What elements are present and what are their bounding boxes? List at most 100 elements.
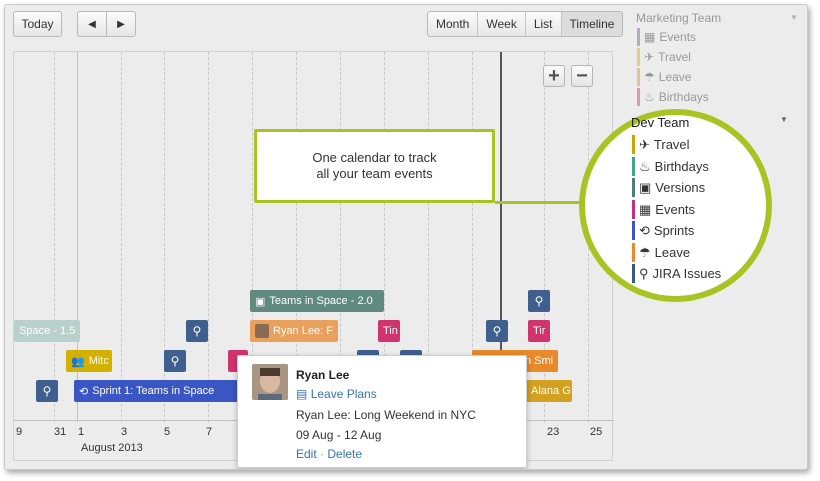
- sidebar-item-sprints[interactable]: ⟲ Sprints: [632, 221, 694, 240]
- axis-tick: 31: [54, 426, 67, 438]
- view-timeline-button[interactable]: Timeline: [560, 12, 623, 36]
- color-bar: [632, 221, 635, 240]
- event-birthday[interactable]: Tir: [528, 320, 550, 342]
- sidebar-item-label: JIRA Issues: [652, 266, 722, 281]
- view-week-button[interactable]: Week: [477, 12, 525, 36]
- event-label: Sprint 1: Teams in Space: [92, 385, 215, 397]
- color-bar: [632, 178, 635, 197]
- event-popup: Ryan Lee ▤ Leave Plans Ryan Lee: Long We…: [237, 355, 527, 468]
- prev-button[interactable]: ◀: [77, 11, 107, 37]
- sidebar-item-leave[interactable]: ☂ Leave: [637, 68, 691, 86]
- color-bar: [637, 88, 640, 106]
- chevron-down-icon[interactable]: ▼: [780, 115, 795, 124]
- view-month-button[interactable]: Month: [428, 12, 478, 36]
- sidebar-item-label: Sprints: [653, 223, 695, 238]
- popup-actions: Edit · Delete: [296, 447, 362, 461]
- beach-icon: ☂: [644, 70, 655, 84]
- sidebar-item-label: Birthdays: [658, 90, 709, 104]
- cake-icon: ♨: [644, 90, 655, 104]
- color-bar: [632, 243, 635, 262]
- beach-icon: ☂: [639, 244, 651, 260]
- color-bar: [637, 48, 640, 66]
- zoom-out-button[interactable]: −: [571, 65, 593, 87]
- gridline: [121, 52, 122, 422]
- sidebar-item-leave[interactable]: ☂ Leave: [632, 243, 690, 262]
- group-title[interactable]: Marketing Team: [636, 11, 721, 25]
- next-button[interactable]: ▶: [106, 11, 136, 37]
- box-icon: ▣: [639, 179, 652, 195]
- gridline: [208, 52, 209, 422]
- plane-icon: ✈: [639, 136, 650, 152]
- axis-tick: 1: [78, 426, 85, 438]
- event-label: Alana G: [531, 385, 571, 397]
- sidebar-item-events[interactable]: ▦ Events: [632, 200, 695, 219]
- sidebar-item-label: Travel: [653, 137, 690, 152]
- jira-issue-icon[interactable]: ⚲: [528, 290, 550, 312]
- event-label: Tir: [533, 325, 546, 337]
- event-label: Mitc: [88, 355, 109, 367]
- popup-type-row: ▤ Leave Plans: [296, 387, 377, 401]
- sidebar-item-label: Leave: [654, 245, 691, 260]
- calendar-icon: ▦: [644, 30, 656, 44]
- event-label: Ryan Lee: F: [273, 325, 333, 337]
- sidebar-item-label: Leave: [658, 70, 692, 84]
- view-list-button[interactable]: List: [524, 12, 561, 36]
- cake-icon: ♨: [639, 158, 651, 174]
- sidebar-item-jira-issues[interactable]: ⚲ JIRA Issues: [632, 264, 721, 283]
- color-bar: [637, 68, 640, 86]
- plane-icon: ✈: [644, 50, 655, 64]
- popup-dates: 09 Aug - 12 Aug: [296, 428, 382, 442]
- axis-tick: 23: [547, 426, 560, 438]
- event-leave[interactable]: Alana G: [526, 380, 572, 402]
- sidebar-item-travel[interactable]: ✈ Travel: [632, 135, 690, 154]
- callout-line-2: all your team events: [316, 166, 433, 181]
- zoom-in-button[interactable]: +: [543, 65, 565, 87]
- axis-tick: 5: [164, 426, 171, 438]
- jira-issue-icon[interactable]: ⚲: [164, 350, 186, 372]
- popup-title: Ryan Lee: Long Weekend in NYC: [296, 408, 476, 422]
- separator: ·: [320, 447, 325, 461]
- chevron-down-icon[interactable]: ▼: [790, 13, 798, 22]
- avatar: [252, 364, 288, 400]
- delete-link[interactable]: Delete: [327, 447, 362, 461]
- axis-tick: 25: [590, 426, 603, 438]
- jira-issue-icon[interactable]: ⚲: [486, 320, 508, 342]
- sidebar-item-label: Events: [659, 30, 697, 44]
- color-bar: [632, 135, 635, 154]
- sidebar-item-events[interactable]: ▦ Events: [637, 28, 696, 46]
- event-sprint[interactable]: ⟲ Sprint 1: Teams in Space: [74, 380, 238, 402]
- event-travel[interactable]: 👥 Mitc: [66, 350, 112, 372]
- sidebar-item-birthdays[interactable]: ♨ Birthdays: [637, 88, 709, 106]
- today-button[interactable]: Today: [13, 11, 62, 37]
- edit-link[interactable]: Edit: [296, 447, 317, 461]
- color-bar: [632, 200, 635, 219]
- event-label: n Smi: [525, 355, 554, 367]
- view-switcher: Month Week List Timeline: [427, 11, 624, 37]
- sidebar-item-travel[interactable]: ✈ Travel: [637, 48, 691, 66]
- event-birthday[interactable]: Tin: [378, 320, 400, 342]
- event-version[interactable]: Space - 1.5: [14, 320, 80, 342]
- event-leave[interactable]: Ryan Lee: F: [250, 320, 338, 342]
- callout-line-1: One calendar to track: [312, 150, 437, 165]
- event-label: Tin: [383, 325, 398, 337]
- event-label: Teams in Space - 2.0: [269, 295, 373, 307]
- sidebar-item-birthdays[interactable]: ♨ Birthdays: [632, 157, 709, 176]
- promo-callout: One calendar to track all your team even…: [254, 129, 495, 203]
- leave-plans-link[interactable]: Leave Plans: [311, 387, 377, 401]
- gridline: [54, 52, 55, 422]
- document-icon: ▤: [296, 387, 308, 401]
- calendar-window: Today ◀ ▶ Month Week List Timeline 9 31 …: [4, 4, 808, 470]
- month-label: August 2013: [81, 442, 143, 454]
- sidebar-item-versions[interactable]: ▣ Versions: [632, 178, 705, 197]
- jira-issue-icon[interactable]: ⚲: [36, 380, 58, 402]
- event-version[interactable]: ▣ Teams in Space - 2.0: [250, 290, 384, 312]
- group-title[interactable]: Dev Team: [631, 115, 689, 130]
- sprint-icon: ⟲: [639, 222, 650, 238]
- jira-issue-icon[interactable]: ⚲: [186, 320, 208, 342]
- users-icon: 👥: [71, 355, 85, 368]
- color-bar: [637, 28, 640, 46]
- color-bar: [632, 264, 635, 283]
- popup-name: Ryan Lee: [296, 368, 350, 382]
- axis-tick: 9: [16, 426, 23, 438]
- sprint-icon: ⟲: [79, 385, 89, 398]
